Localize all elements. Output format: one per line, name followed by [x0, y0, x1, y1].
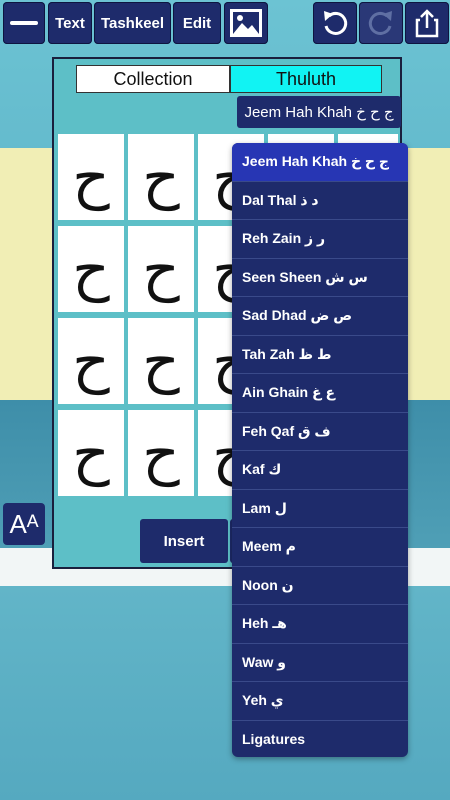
dropdown-item[interactable]: Reh Zain ر ز — [232, 220, 408, 259]
tab-thuluth[interactable]: Thuluth — [230, 65, 382, 93]
letter-group-dropdown: Jeem Hah Khah ج ح خ Dal Thal د ذ Reh Zai… — [232, 143, 408, 757]
insert-button[interactable]: Insert — [140, 519, 228, 563]
dropdown-item[interactable]: Feh Qaf ف ق — [232, 413, 408, 451]
dropdown-item[interactable]: Dal Thal د ذ — [232, 182, 408, 220]
glyph-tile[interactable]: ح — [128, 410, 194, 496]
dropdown-item[interactable]: Tah Zah ط ظ — [232, 336, 408, 374]
dropdown-item[interactable]: Ain Ghain ع غ — [232, 374, 408, 413]
dropdown-item[interactable]: Meem م — [232, 528, 408, 567]
dropdown-item[interactable]: Seen Sheen س ش — [232, 259, 408, 297]
glyph-tile[interactable]: ح — [58, 226, 124, 312]
tashkeel-button[interactable]: Tashkeel — [94, 2, 171, 44]
dropdown-item[interactable]: Jeem Hah Khah ج ح خ — [232, 143, 408, 182]
redo-button[interactable] — [359, 2, 403, 44]
dropdown-item[interactable]: Sad Dhad ص ض — [232, 297, 408, 336]
glyph-tile[interactable]: ح — [128, 318, 194, 404]
image-icon — [230, 9, 262, 37]
undo-button[interactable] — [313, 2, 357, 44]
glyph-tile[interactable]: ح — [58, 410, 124, 496]
image-button[interactable] — [224, 2, 268, 44]
glyph-tile[interactable]: ح — [128, 134, 194, 220]
edit-button[interactable]: Edit — [173, 2, 221, 44]
text-button[interactable]: Text — [48, 2, 92, 44]
font-size-icon: Aᴬ — [9, 508, 39, 539]
menu-button[interactable] — [3, 2, 45, 44]
glyph-tile[interactable]: ح — [128, 226, 194, 312]
glyph-tile[interactable]: ح — [58, 134, 124, 220]
hamburger-menu-icon — [10, 21, 38, 25]
share-button[interactable] — [405, 2, 449, 44]
redo-icon — [368, 11, 392, 35]
dropdown-item[interactable]: Waw و — [232, 644, 408, 682]
dropdown-item[interactable]: Lam ل — [232, 490, 408, 528]
tab-collection[interactable]: Collection — [76, 65, 230, 93]
dropdown-item[interactable]: Ligatures — [232, 721, 408, 758]
undo-icon — [324, 11, 348, 35]
dropdown-item[interactable]: Noon ن — [232, 567, 408, 605]
letter-group-select[interactable]: Jeem Hah Khah ج ح خ — [237, 96, 401, 128]
font-size-button[interactable]: Aᴬ — [3, 503, 45, 545]
share-icon — [415, 9, 439, 38]
dropdown-item[interactable]: Heh هـ — [232, 605, 408, 644]
glyph-tile[interactable]: ح — [58, 318, 124, 404]
dropdown-item[interactable]: Yeh ي — [232, 682, 408, 721]
dropdown-item[interactable]: Kaf ك — [232, 451, 408, 490]
